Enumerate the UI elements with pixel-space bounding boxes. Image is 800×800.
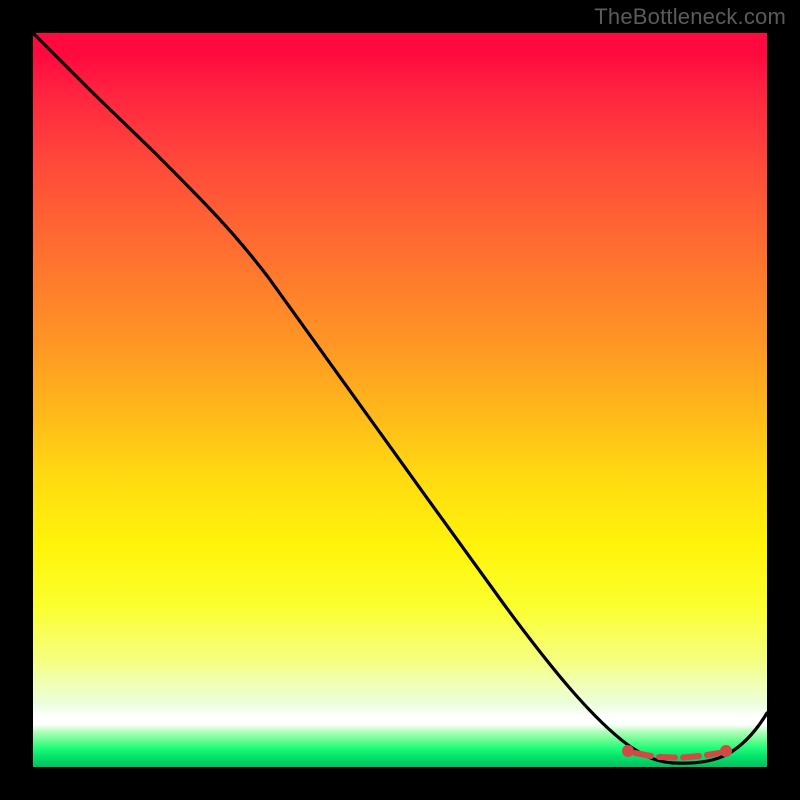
curve-layer: [33, 33, 767, 767]
minimum-marker: [622, 745, 732, 758]
watermark-text: TheBottleneck.com: [594, 4, 786, 30]
plot-area: [33, 33, 767, 767]
chart-frame: TheBottleneck.com: [0, 0, 800, 800]
main-curve-path: [33, 33, 767, 763]
